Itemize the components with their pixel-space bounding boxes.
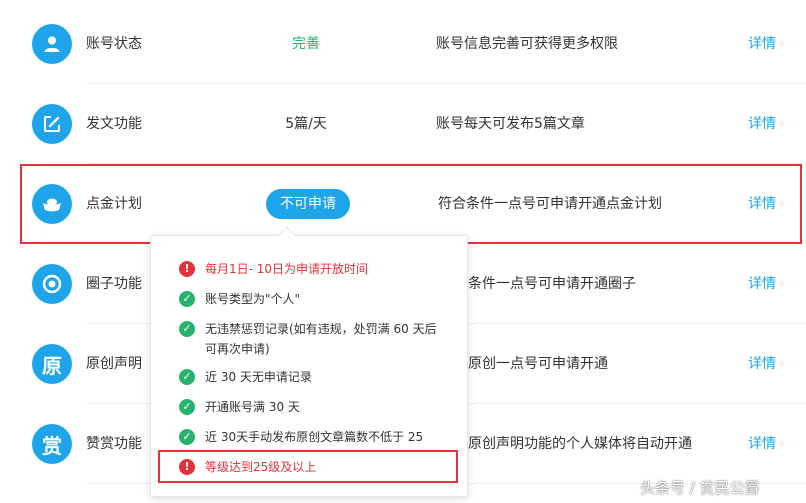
- row-name: 圈子功能: [86, 276, 142, 292]
- condition-text: 近 30天手动发布原创文章篇数不低于 25: [205, 430, 424, 444]
- row-description: 账号每天可发布5篇文章: [436, 116, 585, 132]
- ingot-icon: [32, 184, 72, 224]
- condition-item: ✓ 账号类型为"个人": [179, 289, 441, 309]
- details-link[interactable]: 详情: [748, 4, 776, 84]
- permission-row-publishing: 发文功能 5篇/天 账号每天可发布5篇文章 详情: [0, 84, 806, 164]
- edit-icon: [32, 104, 72, 144]
- condition-item: ✓ 近 30天手动发布原创文章篇数不低于 25: [179, 427, 441, 447]
- row-description: 条件一点号可申请开通圈子: [468, 276, 636, 292]
- condition-text: 等级达到25级及以上: [205, 460, 317, 474]
- condition-text: 账号类型为"个人": [205, 292, 301, 306]
- reward-icon-glyph: 赏: [42, 433, 62, 458]
- row-status: 完善: [292, 36, 320, 52]
- details-link[interactable]: 详情: [748, 404, 776, 484]
- row-name: 赞赏功能: [86, 436, 142, 452]
- condition-text: 无违禁惩罚记录(如有违规，处罚满 60 天后可再次申请): [205, 322, 437, 356]
- check-icon: ✓: [179, 321, 195, 337]
- row-description: 账号信息完善可获得更多权限: [436, 36, 618, 52]
- watermark: 头条号 / 贫民公爵: [640, 479, 760, 497]
- check-icon: ✓: [179, 399, 195, 415]
- condition-item: ✓ 无违禁惩罚记录(如有违规，处罚满 60 天后可再次申请): [179, 319, 441, 359]
- row-name: 发文功能: [86, 116, 142, 132]
- row-name: 账号状态: [86, 36, 142, 52]
- user-icon: [32, 24, 72, 64]
- details-link[interactable]: 详情: [748, 84, 776, 164]
- condition-item: ! 每月1日- 10日为申请开放时间: [179, 259, 441, 279]
- row-description: 原创一点号可申请开通: [468, 356, 608, 372]
- target-icon: [32, 264, 72, 304]
- row-description: 原创声明功能的个人媒体将自动开通: [468, 436, 692, 452]
- details-link[interactable]: 详情: [748, 324, 776, 404]
- condition-item: ✓ 近 30 天无申请记录: [179, 367, 441, 387]
- check-icon: ✓: [179, 429, 195, 445]
- details-link[interactable]: 详情: [748, 164, 776, 244]
- original-icon-glyph: 原: [42, 353, 62, 378]
- not-applicable-button[interactable]: 不可申请: [266, 189, 350, 219]
- row-status: 5篇/天: [285, 116, 327, 132]
- details-link[interactable]: 详情: [748, 244, 776, 324]
- condition-text: 每月1日- 10日为申请开放时间: [205, 262, 369, 276]
- check-icon: ✓: [179, 291, 195, 307]
- conditions-tooltip: ! 每月1日- 10日为申请开放时间 ✓ 账号类型为"个人" ✓ 无违禁惩罚记录…: [150, 226, 468, 497]
- check-icon: ✓: [179, 369, 195, 385]
- row-name: 点金计划: [86, 196, 142, 212]
- permission-row-account-status: 账号状态 完善 账号信息完善可获得更多权限 详情: [0, 4, 806, 84]
- warning-icon: !: [179, 459, 195, 475]
- condition-text: 近 30 天无申请记录: [205, 370, 312, 384]
- row-name: 原创声明: [86, 356, 142, 372]
- condition-item: ! 等级达到25级及以上: [179, 457, 441, 477]
- row-description: 符合条件一点号可申请开通点金计划: [438, 196, 662, 212]
- condition-text: 开通账号满 30 天: [205, 400, 300, 414]
- permission-row-gold-plan: 点金计划 不可申请 符合条件一点号可申请开通点金计划 详情: [0, 164, 806, 244]
- condition-item: ✓ 开通账号满 30 天: [179, 397, 441, 417]
- warning-icon: !: [179, 261, 195, 277]
- original-icon: 原: [32, 344, 72, 384]
- reward-icon: 赏: [32, 424, 72, 464]
